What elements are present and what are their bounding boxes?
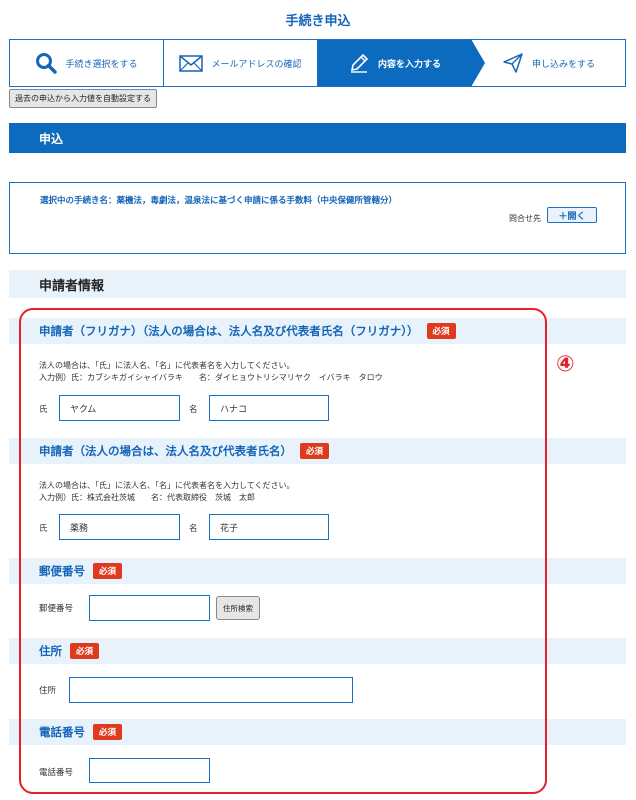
name-mei-label: 名	[189, 524, 198, 534]
name-field-header: 申請者（法人の場合は、法人名及び代表者氏名） 必須	[9, 438, 626, 464]
phone-input[interactable]	[89, 758, 210, 783]
phone-field-header: 電話番号 必須	[9, 719, 626, 745]
address-label: 住所	[39, 686, 57, 696]
postal-input[interactable]	[89, 595, 210, 621]
pencil-icon	[348, 52, 370, 74]
step-label: 申し込みをする	[531, 59, 595, 70]
furigana-sei-label: 氏	[39, 405, 48, 415]
name-sei-input[interactable]	[59, 514, 180, 540]
envelope-icon	[179, 54, 204, 72]
annotation-number: ④	[556, 352, 575, 377]
note-line: 入力例）氏：株式会社茨城 名：代表取締役 茨城 太郎	[39, 493, 255, 502]
note-line: 法人の場合は、「氏」に法人名、「名」に代表者名を入力してください。	[39, 481, 295, 490]
procedure-box: 選択中の手続き名：薬機法，毒劇法，温泉法に基づく申請に係る手数料（中央保健所管轄…	[9, 182, 626, 254]
autofill-button[interactable]: 過去の申込から入力値を自動設定する	[9, 89, 157, 108]
address-search-button[interactable]: 住所検索	[216, 596, 260, 620]
section-header: 申込	[9, 123, 626, 153]
search-icon	[35, 52, 58, 74]
contact-label: 問合せ先	[509, 214, 541, 223]
field-title: 申請者（フリガナ）（法人の場合は、法人名及び代表者氏名（フリガナ））	[39, 324, 419, 338]
furigana-mei-label: 名	[189, 405, 198, 415]
note-line: 入力例）氏：カブシキガイシャイバラキ 名：ダイヒョウトリシマリヤク イバラキ タ…	[39, 373, 383, 382]
step-label: 手続き選択をする	[65, 59, 138, 70]
postal-label: 郵便番号	[39, 604, 74, 614]
address-input[interactable]	[69, 677, 353, 703]
field-title: 電話番号	[39, 725, 85, 739]
field-title: 住所	[39, 644, 62, 658]
step-label: 内容を入力する	[377, 59, 441, 70]
open-contact-button[interactable]: ＋開く	[547, 207, 597, 223]
paper-plane-icon	[502, 52, 524, 74]
step-label: メールアドレスの確認	[211, 59, 302, 70]
phone-label: 電話番号	[39, 768, 74, 778]
procedure-name: 選択中の手続き名：薬機法，毒劇法，温泉法に基づく申請に係る手数料（中央保健所管轄…	[40, 196, 398, 206]
furigana-sei-input[interactable]	[59, 395, 180, 421]
furigana-note: 法人の場合は、「氏」に法人名、「名」に代表者名を入力してください。 入力例）氏：…	[39, 360, 383, 384]
required-badge: 必須	[93, 563, 123, 579]
step-select-procedure: 手続き選択をする	[10, 40, 164, 86]
field-title: 申請者（法人の場合は、法人名及び代表者氏名）	[39, 444, 292, 458]
required-badge: 必須	[300, 443, 330, 459]
address-field-header: 住所 必須	[9, 638, 626, 664]
furigana-mei-input[interactable]	[209, 395, 329, 421]
step-submit: 申し込みをする	[472, 40, 625, 86]
page-title: 手続き申込	[285, 14, 351, 29]
step-enter-content: 内容を入力する	[318, 39, 485, 87]
name-note: 法人の場合は、「氏」に法人名、「名」に代表者名を入力してください。 入力例）氏：…	[39, 480, 295, 504]
note-line: 法人の場合は、「氏」に法人名、「名」に代表者名を入力してください。	[39, 361, 295, 370]
step-progress: 手続き選択をする メールアドレスの確認 内容を入力する 申し込みをする	[9, 39, 626, 87]
field-title: 郵便番号	[39, 564, 85, 578]
required-badge: 必須	[426, 323, 456, 339]
step-confirm-email: メールアドレスの確認	[164, 40, 318, 86]
name-mei-input[interactable]	[209, 514, 329, 540]
postal-field-header: 郵便番号 必須	[9, 558, 626, 584]
applicant-section-title: 申請者情報	[9, 270, 626, 298]
required-badge: 必須	[70, 643, 100, 659]
name-sei-label: 氏	[39, 524, 48, 534]
furigana-field-header: 申請者（フリガナ）（法人の場合は、法人名及び代表者氏名（フリガナ）） 必須	[9, 318, 626, 344]
required-badge: 必須	[93, 724, 123, 740]
